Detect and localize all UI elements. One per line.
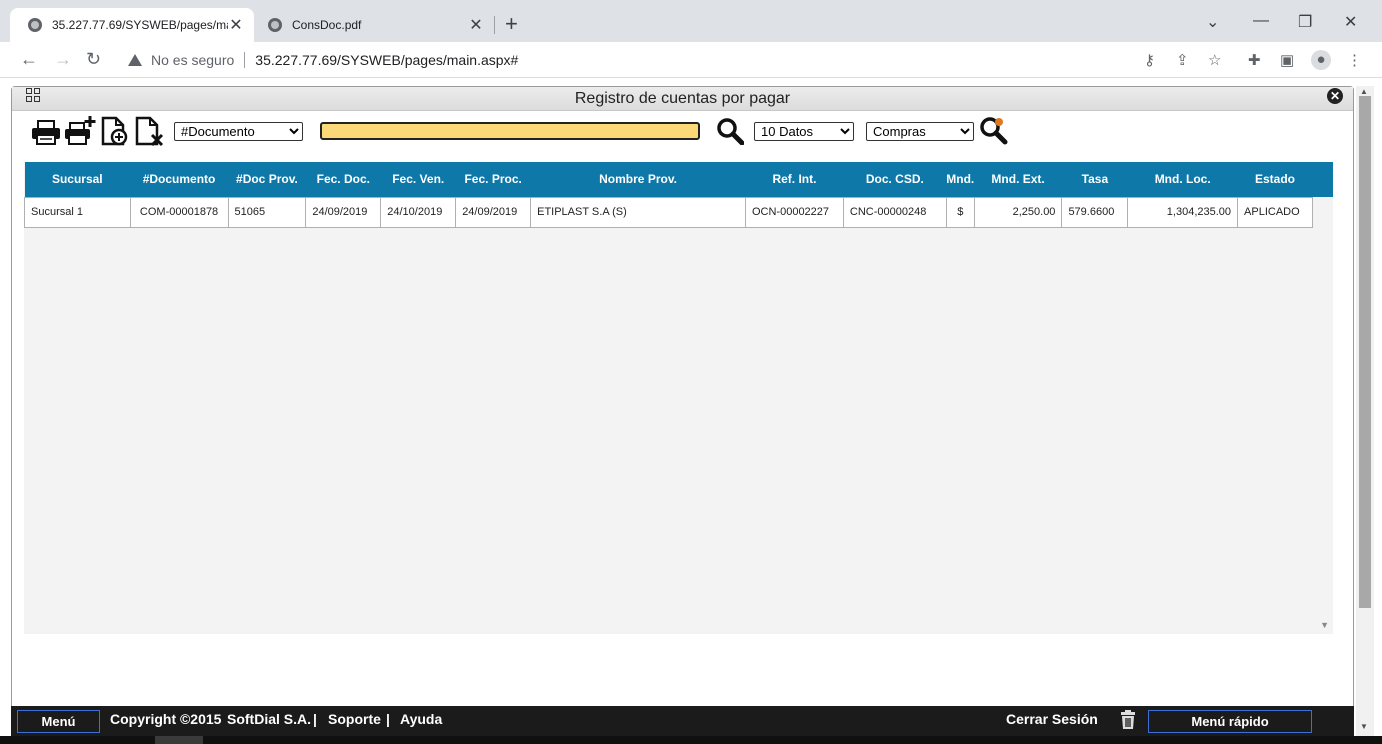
column-header[interactable]: Tasa (1061, 162, 1128, 197)
cell-tasa[interactable]: 579.6600 (1061, 196, 1129, 228)
column-header[interactable]: Fec. Doc. (305, 162, 381, 197)
cell-nombre-prov[interactable]: ETIPLAST S.A (S) (530, 196, 746, 228)
app-footer: Menú Copyright ©2015 SoftDial S.A. | Sop… (11, 706, 1354, 736)
results-table: Sucursal #Documento #Doc Prov. Fec. Doc.… (24, 162, 1333, 228)
cell-sucursal[interactable]: Sucursal 1 (24, 196, 131, 228)
cell-moneda[interactable]: $ (945, 196, 975, 228)
column-header[interactable]: Mnd. Ext. (974, 162, 1062, 197)
cell-doc-csd[interactable]: CNC-00000248 (842, 196, 947, 228)
tab-search-icon[interactable]: ⌄ (1206, 12, 1219, 32)
minimize-icon[interactable]: — (1253, 12, 1269, 30)
module-select[interactable]: Compras (866, 122, 974, 141)
company-name: SoftDial S.A. (227, 711, 312, 727)
page-scrollbar[interactable]: ▲ ▼ (1356, 86, 1374, 736)
advanced-search-icon[interactable] (979, 116, 1009, 146)
page-size-select[interactable]: 10 Datos (754, 122, 854, 141)
cell-fec-proc[interactable]: 24/09/2019 (455, 196, 532, 228)
close-tab-icon[interactable]: ✕ (468, 15, 484, 35)
close-tab-icon[interactable]: ✕ (228, 15, 244, 35)
footer-separator: | (313, 711, 317, 727)
tab-title: 35.227.77.69/SYSWEB/pages/main.aspx (52, 18, 228, 32)
taskbar-item[interactable] (155, 736, 203, 744)
logout-link[interactable]: Cerrar Sesión (1006, 711, 1098, 727)
column-header[interactable]: Mnd. (946, 162, 975, 197)
results-grid: Sucursal #Documento #Doc Prov. Fec. Doc.… (24, 162, 1333, 634)
footer-separator: | (386, 711, 390, 727)
column-header[interactable]: Nombre Prov. (530, 162, 746, 197)
new-tab-button[interactable]: + (505, 12, 518, 36)
tab-consdoc[interactable]: ConsDoc.pdf ✕ (258, 8, 494, 42)
url-text[interactable]: 35.227.77.69/SYSWEB/pages/main.aspx# (255, 52, 518, 68)
scroll-down-icon[interactable]: ▼ (1360, 722, 1368, 731)
print-icon[interactable] (30, 115, 62, 147)
column-header[interactable]: Ref. Int. (745, 162, 844, 197)
browser-tab-bar: 35.227.77.69/SYSWEB/pages/main.aspx ✕ Co… (0, 0, 1382, 42)
cell-doc-prov[interactable]: 51065 (227, 196, 307, 228)
column-header[interactable]: Fec. Ven. (380, 162, 456, 197)
quick-menu-button[interactable]: Menú rápido (1148, 710, 1312, 733)
delete-document-icon[interactable] (133, 115, 165, 147)
new-document-icon[interactable] (99, 115, 131, 147)
column-header-filler (1312, 162, 1333, 197)
column-header[interactable]: #Documento (130, 162, 229, 197)
cell-documento[interactable]: COM-00001878 (129, 196, 229, 228)
globe-icon (28, 18, 42, 32)
key-icon[interactable]: ⚷ (1144, 51, 1155, 69)
forward-icon[interactable]: → (54, 49, 72, 70)
cell-mnd-ext[interactable]: 2,250.00 (973, 196, 1063, 228)
address-bar: ← → ↻ No es seguro 35.227.77.69/SYSWEB/p… (0, 42, 1382, 78)
search-icon[interactable] (716, 117, 744, 145)
grid-menu-icon[interactable] (26, 88, 42, 104)
scrollbar-thumb[interactable] (1359, 96, 1371, 608)
table-row[interactable]: Sucursal 1 COM-00001878 51065 24/09/2019… (24, 196, 1333, 228)
share-icon[interactable]: ⇪ (1176, 51, 1189, 69)
app-window: Registro de cuentas por pagar ✕ #Documen… (11, 86, 1354, 738)
cell-mnd-loc[interactable]: 1,304,235.00 (1127, 196, 1239, 228)
more-menu-icon[interactable]: ⋮ (1347, 51, 1362, 69)
restore-icon[interactable]: ❐ (1298, 12, 1312, 32)
support-link[interactable]: Soporte (328, 711, 381, 727)
window-title-bar: Registro de cuentas por pagar ✕ (12, 87, 1353, 111)
column-header[interactable]: Fec. Proc. (455, 162, 531, 197)
tab-title: ConsDoc.pdf (292, 18, 362, 32)
column-header[interactable]: Sucursal (24, 162, 131, 197)
copyright-text: Copyright ©2015 (110, 711, 222, 727)
extensions-icon[interactable]: ✚ (1248, 51, 1261, 69)
table-header-row: Sucursal #Documento #Doc Prov. Fec. Doc.… (24, 162, 1333, 197)
filter-field-select[interactable]: #Documento (174, 122, 303, 141)
column-header[interactable]: Mnd. Loc. (1127, 162, 1238, 197)
profile-icon[interactable]: ● (1311, 50, 1331, 70)
trash-icon[interactable] (1120, 710, 1136, 730)
omnibox[interactable]: No es seguro 35.227.77.69/SYSWEB/pages/m… (116, 46, 1236, 74)
reload-icon[interactable]: ↻ (86, 49, 101, 70)
column-header[interactable]: Estado (1237, 162, 1313, 197)
close-window-icon[interactable]: ✕ (1327, 88, 1343, 104)
column-header[interactable]: #Doc Prov. (228, 162, 306, 197)
security-label: No es seguro (151, 52, 235, 68)
grid-scroll-down-icon[interactable]: ▼ (1320, 620, 1329, 630)
cell-estado[interactable]: APLICADO (1237, 196, 1313, 228)
divider (244, 52, 246, 68)
cell-fec-doc[interactable]: 24/09/2019 (305, 196, 382, 228)
scroll-up-icon[interactable]: ▲ (1360, 87, 1368, 96)
back-icon[interactable]: ← (20, 49, 38, 70)
row-filler (1312, 197, 1332, 227)
search-input[interactable] (320, 122, 700, 140)
tab-separator (494, 16, 495, 34)
tab-main[interactable]: 35.227.77.69/SYSWEB/pages/main.aspx ✕ (10, 8, 254, 42)
column-header[interactable]: Doc. CSD. (843, 162, 947, 197)
menu-button[interactable]: Menú (17, 710, 100, 733)
print-add-icon[interactable] (64, 115, 96, 147)
cell-fec-ven[interactable]: 24/10/2019 (380, 196, 457, 228)
cell-ref-int[interactable]: OCN-00002227 (744, 196, 844, 228)
warning-icon (128, 54, 142, 66)
window-close-icon[interactable]: ✕ (1344, 12, 1357, 32)
window-title: Registro de cuentas por pagar (574, 90, 791, 107)
star-icon[interactable]: ☆ (1208, 51, 1221, 69)
globe-icon (268, 18, 282, 32)
side-panel-icon[interactable]: ▣ (1280, 51, 1294, 69)
help-link[interactable]: Ayuda (400, 711, 442, 727)
os-taskbar (0, 736, 1382, 744)
